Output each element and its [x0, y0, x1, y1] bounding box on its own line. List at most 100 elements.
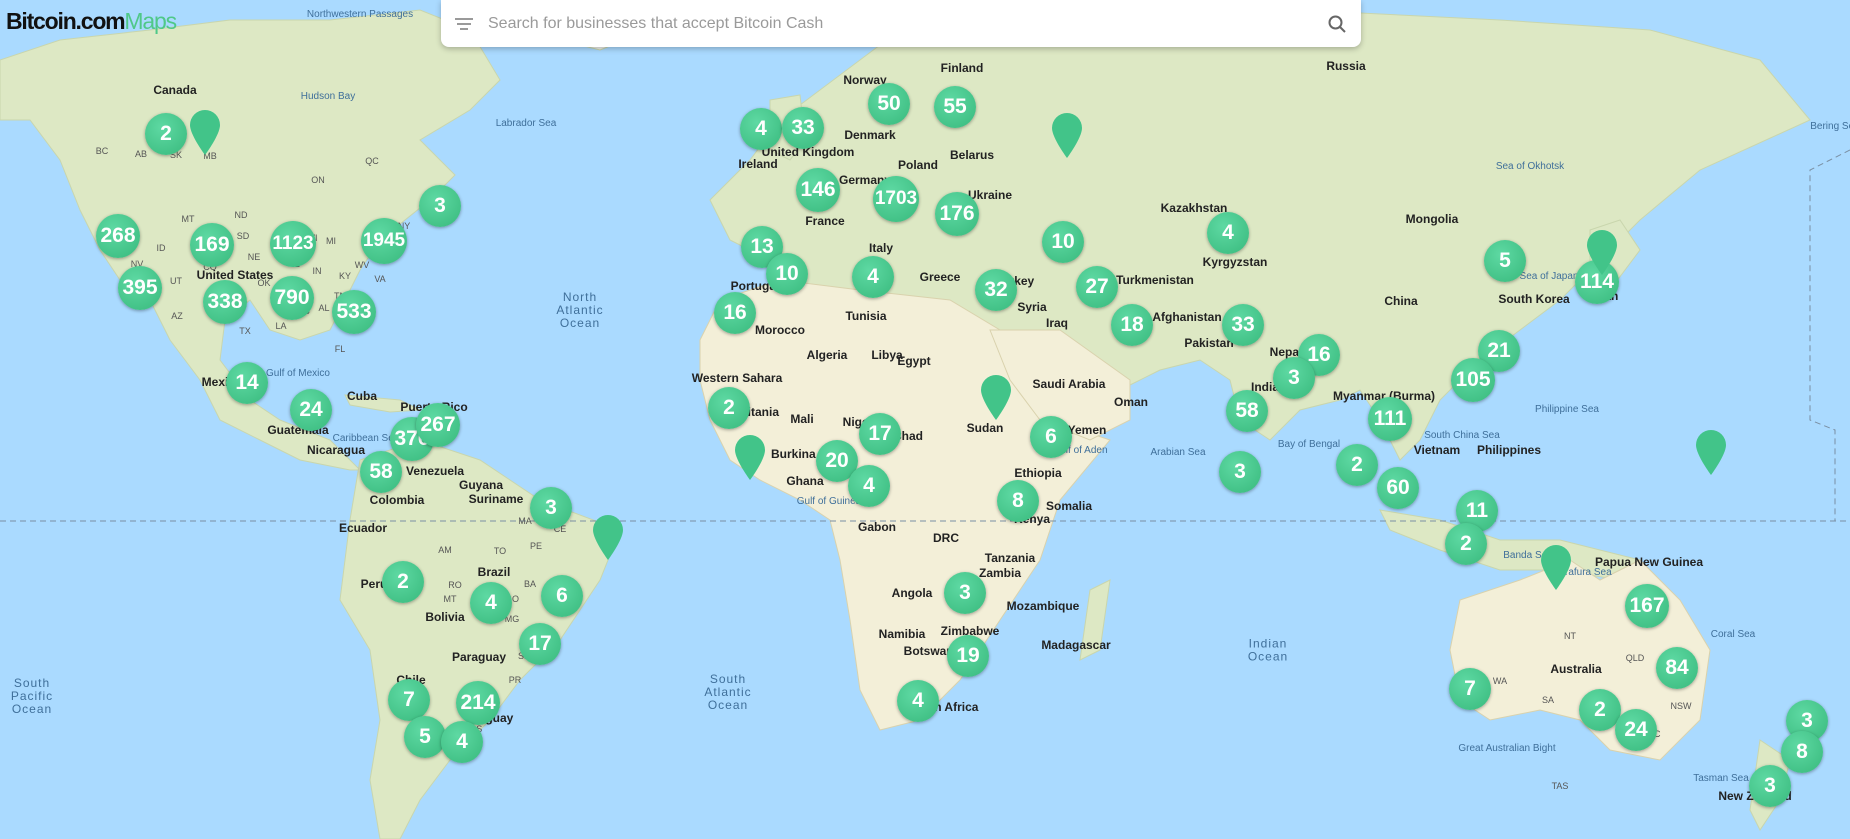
- cluster-count: 790: [274, 286, 310, 309]
- map-cluster-marker[interactable]: 533: [332, 290, 376, 334]
- map-pin-icon[interactable]: [1586, 229, 1618, 275]
- map-cluster-marker[interactable]: 395: [118, 266, 162, 310]
- map-cluster-marker[interactable]: 146: [796, 168, 840, 212]
- map-cluster-marker[interactable]: 19: [947, 635, 989, 677]
- map-cluster-marker[interactable]: 2: [708, 387, 750, 429]
- map-cluster-marker[interactable]: 7: [388, 679, 430, 721]
- country-label: Ecuador: [339, 521, 387, 535]
- map-cluster-marker[interactable]: 176: [935, 192, 979, 236]
- map-cluster-marker[interactable]: 105: [1451, 358, 1495, 402]
- map-cluster-marker[interactable]: 4: [740, 108, 782, 150]
- map-cluster-marker[interactable]: 4: [470, 582, 512, 624]
- region-label: NSW: [1671, 701, 1693, 711]
- map-cluster-marker[interactable]: 1945: [361, 218, 407, 264]
- map-cluster-marker[interactable]: 5: [1484, 240, 1526, 282]
- map-cluster-marker[interactable]: 84: [1656, 647, 1698, 689]
- map-cluster-marker[interactable]: 3: [1219, 451, 1261, 493]
- map-cluster-marker[interactable]: 2: [382, 561, 424, 603]
- region-label: AB: [135, 149, 147, 159]
- map-cluster-marker[interactable]: 3: [1273, 357, 1315, 399]
- cluster-count: 50: [877, 92, 901, 115]
- cluster-count: 6: [1045, 425, 1057, 448]
- map-pin-icon[interactable]: [980, 374, 1012, 420]
- region-label: MT: [182, 214, 195, 224]
- map-cluster-marker[interactable]: 2: [1445, 523, 1487, 565]
- map-cluster-marker[interactable]: 18: [1111, 304, 1153, 346]
- map-cluster-marker[interactable]: 3: [1749, 765, 1791, 807]
- map-pin-icon[interactable]: [1051, 112, 1083, 158]
- map-cluster-marker[interactable]: 5: [404, 716, 446, 758]
- cluster-count: 105: [1455, 368, 1491, 391]
- map-cluster-marker[interactable]: 32: [975, 269, 1017, 311]
- map-cluster-marker[interactable]: 790: [270, 276, 314, 320]
- map-cluster-marker[interactable]: 33: [782, 107, 824, 149]
- map-pin-icon[interactable]: [734, 434, 766, 480]
- map-cluster-marker[interactable]: 2: [145, 113, 187, 155]
- map-cluster-marker[interactable]: 17: [859, 413, 901, 455]
- cluster-count: 169: [194, 233, 230, 256]
- cluster-count: 1123: [272, 233, 314, 254]
- search-input[interactable]: [486, 13, 1327, 34]
- country-label: Mali: [790, 412, 813, 426]
- map-cluster-marker[interactable]: 169: [190, 223, 234, 267]
- map-cluster-marker[interactable]: 267: [416, 403, 460, 447]
- map-cluster-marker[interactable]: 1703: [873, 176, 919, 222]
- bitcoin-com-maps-logo[interactable]: Bitcoin.comMaps: [6, 8, 177, 35]
- map-cluster-marker[interactable]: 55: [934, 86, 976, 128]
- map-cluster-marker[interactable]: 17: [519, 623, 561, 665]
- map-pin-icon[interactable]: [189, 109, 221, 155]
- map-cluster-marker[interactable]: 4: [897, 680, 939, 722]
- map-cluster-marker[interactable]: 111: [1368, 397, 1412, 441]
- map-cluster-marker[interactable]: 214: [456, 681, 500, 725]
- map-cluster-marker[interactable]: 27: [1076, 266, 1118, 308]
- map-cluster-marker[interactable]: 24: [290, 389, 332, 431]
- map-cluster-marker[interactable]: 8: [997, 480, 1039, 522]
- map-cluster-marker[interactable]: 14: [226, 362, 268, 404]
- map-cluster-marker[interactable]: 10: [766, 253, 808, 295]
- map-cluster-marker[interactable]: 2: [1336, 444, 1378, 486]
- cluster-count: 13: [750, 235, 774, 258]
- country-label: Afghanistan: [1152, 310, 1221, 324]
- search-bar: [441, 0, 1361, 47]
- map-cluster-marker[interactable]: 6: [1030, 416, 1072, 458]
- map-cluster-marker[interactable]: 1123: [270, 221, 316, 267]
- cluster-count: 3: [1764, 774, 1776, 797]
- map-cluster-marker[interactable]: 167: [1625, 584, 1669, 628]
- filter-icon[interactable]: [454, 14, 474, 34]
- country-label: Zambia: [979, 566, 1021, 580]
- map-cluster-marker[interactable]: 3: [530, 487, 572, 529]
- map-cluster-marker[interactable]: 33: [1222, 304, 1264, 346]
- map-cluster-marker[interactable]: 6: [541, 575, 583, 617]
- map-cluster-marker[interactable]: 268: [96, 214, 140, 258]
- map-cluster-marker[interactable]: 24: [1615, 709, 1657, 751]
- map-pin-icon[interactable]: [592, 514, 624, 560]
- map-cluster-marker[interactable]: 8: [1781, 731, 1823, 773]
- country-label: Guyana: [459, 478, 503, 492]
- sea-label: Bay of Bengal: [1278, 439, 1340, 450]
- map-cluster-marker[interactable]: 58: [1226, 390, 1268, 432]
- map-cluster-marker[interactable]: 3: [944, 572, 986, 614]
- region-label: MI: [326, 236, 336, 246]
- map-cluster-marker[interactable]: 60: [1377, 467, 1419, 509]
- cluster-count: 24: [1624, 718, 1648, 741]
- map-cluster-marker[interactable]: 4: [852, 256, 894, 298]
- cluster-count: 58: [1235, 399, 1259, 422]
- map-cluster-marker[interactable]: 7: [1449, 668, 1491, 710]
- map-cluster-marker[interactable]: 10: [1042, 221, 1084, 263]
- map-cluster-marker[interactable]: 4: [441, 721, 483, 763]
- search-icon[interactable]: [1327, 14, 1347, 34]
- map-cluster-marker[interactable]: 58: [360, 451, 402, 493]
- map-cluster-marker[interactable]: 3: [419, 185, 461, 227]
- map-pin-icon[interactable]: [1540, 544, 1572, 590]
- map-cluster-marker[interactable]: 4: [1207, 212, 1249, 254]
- map-cluster-marker[interactable]: 16: [714, 292, 756, 334]
- country-label: Mozambique: [1007, 599, 1080, 613]
- country-label: Venezuela: [406, 464, 464, 478]
- cluster-count: 27: [1085, 275, 1109, 298]
- map-pin-icon[interactable]: [1695, 429, 1727, 475]
- map-cluster-marker[interactable]: 4: [848, 465, 890, 507]
- map-cluster-marker[interactable]: 50: [868, 83, 910, 125]
- map-cluster-marker[interactable]: 338: [203, 280, 247, 324]
- cluster-count: 20: [825, 449, 849, 472]
- region-label: QLD: [1626, 653, 1645, 663]
